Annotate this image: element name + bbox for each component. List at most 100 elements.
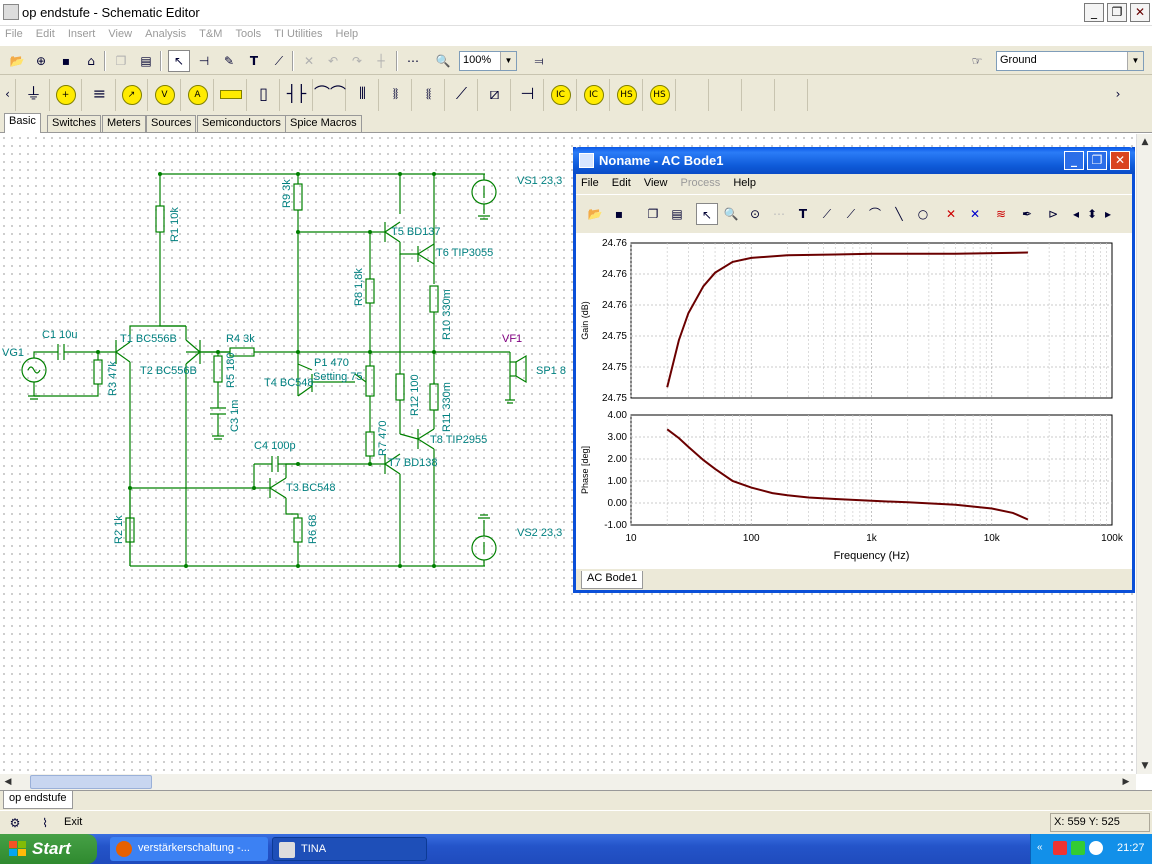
bode-select-icon[interactable]: ↖ — [696, 203, 718, 225]
undo-icon[interactable]: ↶ — [322, 50, 344, 72]
coupled-inductor-icon[interactable]: ⧚ — [380, 79, 412, 111]
palette-empty-2[interactable] — [710, 79, 742, 111]
bode-zoom-100-icon[interactable]: ⊙ — [744, 203, 766, 225]
bode-circle-icon[interactable]: ○ — [912, 203, 934, 225]
scroll-right-icon[interactable]: ▶ — [1118, 774, 1134, 790]
redo-icon[interactable]: ↷ — [346, 50, 368, 72]
zoom-select[interactable]: 100% ▼ — [459, 51, 517, 71]
bode-save-icon[interactable]: ▪ — [608, 203, 630, 225]
menu-view[interactable]: View — [103, 26, 137, 40]
menu-insert[interactable]: Insert — [63, 26, 101, 40]
minimize-button[interactable]: _ — [1084, 3, 1104, 22]
potentiometer-icon[interactable]: ▯ — [248, 79, 280, 111]
tab-sources[interactable]: Sources — [146, 115, 197, 132]
transformer-icon[interactable]: ⫴ — [347, 79, 379, 111]
hs-source-icon[interactable]: HS — [611, 79, 643, 111]
inductor-icon[interactable]: ⌒⌒ — [314, 79, 346, 111]
component-select[interactable]: Ground ▼ — [996, 51, 1144, 71]
menu-help[interactable]: Help — [331, 26, 364, 40]
resistor-icon[interactable] — [215, 79, 247, 111]
tray-app-icon[interactable] — [1053, 841, 1067, 855]
grid-icon[interactable]: ⋯ — [402, 50, 424, 72]
tray-network-icon[interactable] — [1089, 841, 1103, 855]
tab-semiconductors[interactable]: Semiconductors — [197, 115, 286, 132]
current-source-icon[interactable]: IC — [545, 79, 577, 111]
task-tina[interactable]: TINA — [272, 837, 427, 861]
capacitor-icon[interactable]: ┤├ — [281, 79, 313, 111]
diagram-mode-icon[interactable]: ⌇ — [34, 812, 56, 834]
open-folder-icon[interactable]: ⌂ — [80, 50, 102, 72]
ideal-transformer-icon[interactable]: ⧛ — [413, 79, 445, 111]
menu-tm[interactable]: T&M — [194, 26, 227, 40]
bode-menu-edit[interactable]: Edit — [607, 174, 636, 189]
terminal-icon[interactable]: ⊣ — [512, 79, 544, 111]
ground-icon[interactable]: ⏚ — [18, 79, 50, 111]
bode-paste-icon[interactable]: ▤ — [666, 203, 688, 225]
bode-waveform-icon[interactable]: ≋ — [990, 203, 1012, 225]
controlled-source-icon[interactable]: IC — [578, 79, 610, 111]
menu-analysis[interactable]: Analysis — [140, 26, 191, 40]
scroll-up-icon[interactable]: ▲ — [1137, 134, 1152, 150]
hs-source2-icon[interactable]: HS — [644, 79, 676, 111]
bode-marker-a-icon[interactable]: ✕ — [940, 203, 962, 225]
junction-icon[interactable]: ┼ — [370, 50, 392, 72]
select-arrow-icon[interactable]: ↖ — [168, 50, 190, 72]
palette-empty-4[interactable] — [776, 79, 808, 111]
switch-icon[interactable]: ⟋ — [446, 79, 478, 111]
menu-tools[interactable]: Tools — [230, 26, 266, 40]
component-finder-icon[interactable]: ☞ — [966, 50, 988, 72]
exit-button[interactable]: Exit — [64, 816, 82, 828]
voltmeter-icon[interactable]: V — [149, 79, 181, 111]
bode-close-button[interactable]: ✕ — [1110, 151, 1130, 170]
save-icon[interactable]: ▪ — [55, 50, 77, 72]
bode-copy-icon[interactable]: ❐ — [642, 203, 664, 225]
battery-icon[interactable]: + — [50, 79, 82, 111]
horizontal-scroll-thumb[interactable] — [30, 775, 152, 789]
analysis-icon[interactable]: ⫤ — [528, 50, 550, 72]
line-tool-icon[interactable]: ⟋ — [268, 50, 290, 72]
tab-switches[interactable]: Switches — [47, 115, 102, 132]
bode-curve-icon[interactable]: ⌒ — [864, 203, 886, 225]
tab-meters[interactable]: Meters — [102, 115, 146, 132]
variable-resistor-icon[interactable]: ⧄ — [479, 79, 511, 111]
bode-menu-file[interactable]: File — [576, 174, 604, 189]
bode-tab[interactable]: AC Bode1 — [581, 571, 644, 589]
open-icon[interactable]: 📂 — [6, 50, 28, 72]
task-browser[interactable]: verstärkerschaltung -... — [110, 837, 268, 861]
web-icon[interactable]: ⊕ — [30, 50, 52, 72]
horizontal-scrollbar[interactable]: ◀ ▶ — [0, 774, 1136, 790]
menu-edit[interactable]: Edit — [31, 26, 60, 40]
zoom-icon[interactable]: 🔍 — [432, 50, 454, 72]
voltage-source-icon[interactable]: ↗ — [116, 79, 148, 111]
bode-grid-icon[interactable]: ⋯ — [768, 203, 790, 225]
bode-line-icon[interactable]: ╲ — [888, 203, 910, 225]
bode-maximize-button[interactable]: ❐ — [1087, 151, 1107, 170]
bode-plot-area[interactable]: 24.76 24.76 24.76 24.75 24.75 24.75 Gain (dB) 4… — [576, 233, 1132, 569]
ammeter-icon[interactable]: A — [182, 79, 214, 111]
palette-scroll-left-icon[interactable]: ‹ — [0, 79, 16, 111]
bode-menu-process[interactable]: Process — [676, 174, 726, 189]
copy-icon[interactable]: ❐ — [110, 50, 132, 72]
bode-scroll-updown-icon[interactable]: ⬍ — [1084, 203, 1100, 225]
tray-security-icon[interactable] — [1071, 841, 1085, 855]
bode-menu-view[interactable]: View — [639, 174, 673, 189]
palette-scroll-right-icon[interactable]: › — [1110, 79, 1126, 111]
bode-scroll-left-icon[interactable]: ◂ — [1070, 203, 1082, 225]
bode-scroll-right-icon[interactable]: ▸ — [1102, 203, 1114, 225]
bode-cursor-b-icon[interactable]: ⟋ — [840, 203, 862, 225]
pencil-icon[interactable]: ✎ — [218, 50, 240, 72]
palette-empty-1[interactable] — [677, 79, 709, 111]
bode-chart[interactable]: 24.76 24.76 24.76 24.75 24.75 24.75 Gain (dB) 4… — [576, 233, 1132, 569]
palette-empty-3[interactable] — [743, 79, 775, 111]
menu-ti-utilities[interactable]: TI Utilities — [269, 26, 327, 40]
tab-basic[interactable]: Basic — [4, 113, 41, 133]
schematic-mode-icon[interactable]: ⚙ — [4, 812, 26, 834]
wire-tool-icon[interactable]: ⊣ — [193, 50, 215, 72]
maximize-button[interactable]: ❐ — [1107, 3, 1127, 22]
menu-file[interactable]: File — [0, 26, 28, 40]
close-button[interactable]: ✕ — [1130, 3, 1150, 22]
bode-flag-icon[interactable]: ⊳ — [1042, 203, 1064, 225]
tab-spice-macros[interactable]: Spice Macros — [285, 115, 362, 132]
vertical-scrollbar[interactable]: ▲ ▼ — [1136, 134, 1152, 774]
bode-text-icon[interactable]: T — [792, 203, 814, 225]
